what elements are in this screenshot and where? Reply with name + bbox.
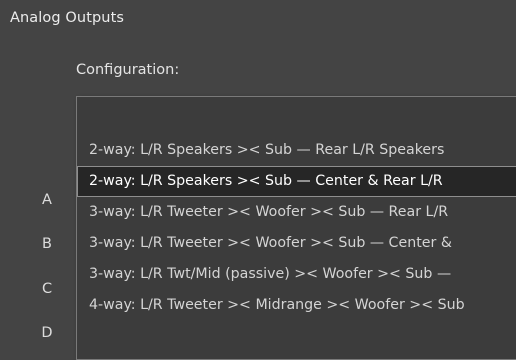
dropdown-option[interactable]: 3-way: L/R Tweeter >< Woofer >< Sub — Re…	[77, 197, 516, 228]
output-row-label-b: B	[42, 236, 52, 252]
output-row-label-d: D	[41, 325, 53, 341]
configuration-dropdown-list[interactable]: 2-way: L/R Speakers >< Sub — Rear L/R Sp…	[76, 96, 516, 360]
dropdown-option[interactable]: 3-way: L/R Tweeter >< Woofer >< Sub — Ce…	[77, 228, 516, 259]
configuration-label: Configuration:	[76, 62, 180, 78]
dropdown-option[interactable]: 4-way: L/R Tweeter >< Midrange >< Woofer…	[77, 290, 516, 321]
dropdown-option[interactable]: 3-way: L/R Twt/Mid (passive) >< Woofer >…	[77, 259, 516, 290]
section-title: Analog Outputs	[10, 10, 125, 26]
analog-outputs-panel: Analog Outputs Configuration: A B C D 2-…	[0, 0, 516, 360]
dropdown-option[interactable]: 2-way: L/R Speakers >< Sub — Rear L/R Sp…	[77, 135, 516, 166]
dropdown-option-selected[interactable]: 2-way: L/R Speakers >< Sub — Center & Re…	[77, 166, 516, 197]
output-row-label-a: A	[42, 192, 52, 208]
output-row-label-c: C	[41, 281, 53, 297]
dropdown-empty-area	[77, 97, 516, 135]
